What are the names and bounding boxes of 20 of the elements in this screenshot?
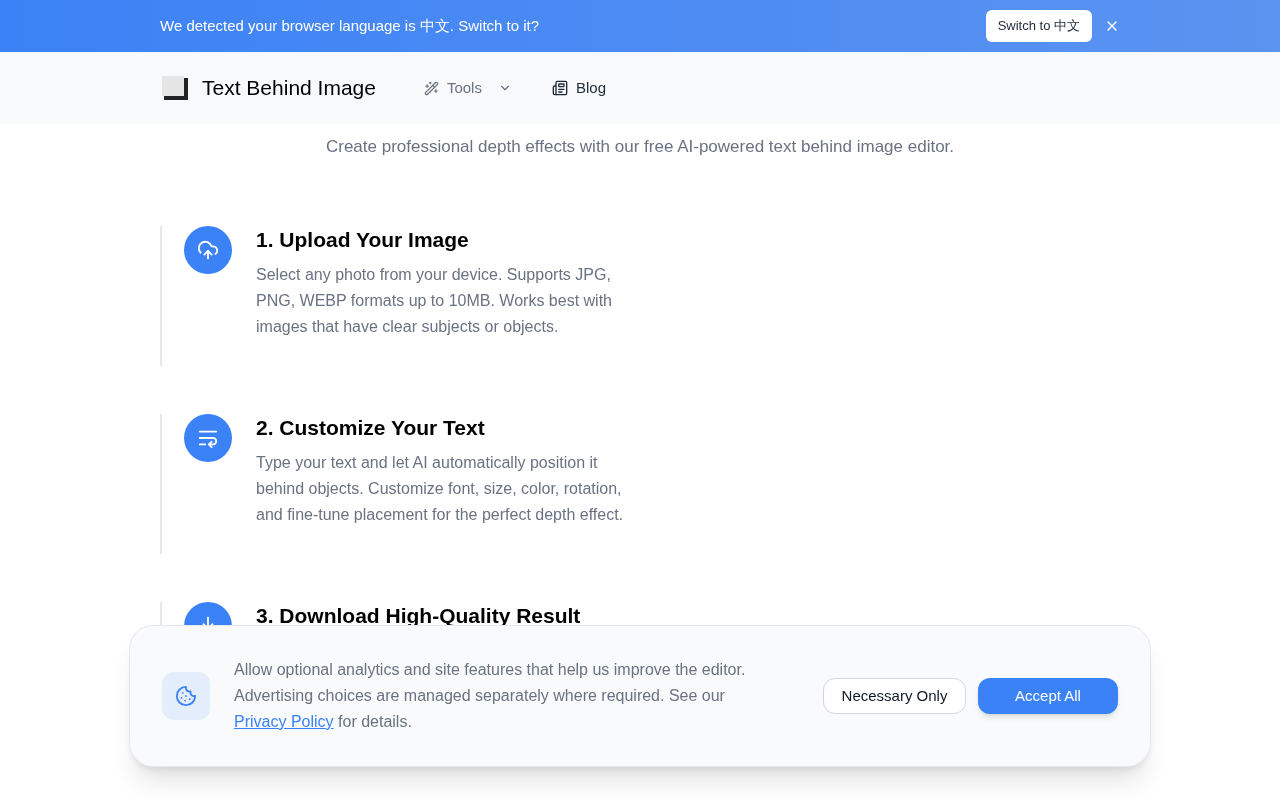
accept-all-button[interactable]: Accept All xyxy=(978,678,1118,714)
cloud-upload-icon xyxy=(197,238,219,261)
necessary-only-button[interactable]: Necessary Only xyxy=(823,678,966,714)
logo-icon xyxy=(160,74,190,102)
wand-icon xyxy=(423,80,439,96)
step-description: Select any photo from your device. Supports JPG, PNG, WEBP formats up to 10MB. Works best with images that have clear subjects or objects. xyxy=(256,264,613,337)
newspaper-icon xyxy=(551,80,568,96)
language-message: We detected your browser language is 中文. Switch to it? xyxy=(160,15,541,36)
privacy-policy-link[interactable]: Privacy Policy xyxy=(234,713,334,730)
cookie-message: Allow optional analytics and site features that help us improve the editor. Advertising choices are managed separately where required. See our Privacy Policy for details. xyxy=(234,660,747,732)
step-title: 2. Customize Your Text xyxy=(256,414,486,441)
subtitle: Create professional depth effects with our free AI-powered text behind image editor. xyxy=(324,136,956,158)
tools-menu[interactable]: Tools xyxy=(423,76,512,100)
blog-link[interactable]: Blog xyxy=(551,76,606,100)
step-title: 3. Download High-Quality Result xyxy=(256,602,582,629)
cookie-icon xyxy=(175,685,197,707)
step-title: 1. Upload Your Image xyxy=(256,226,470,253)
logo-text: Text Behind Image xyxy=(202,75,376,102)
step-description: Type your text and let AI automatically position it behind objects. Customize font, size, color, rotation, and fine-tune placement for the perfect depth effect. xyxy=(256,452,625,525)
switch-language-button[interactable]: Switch to 中文 xyxy=(985,10,1092,42)
